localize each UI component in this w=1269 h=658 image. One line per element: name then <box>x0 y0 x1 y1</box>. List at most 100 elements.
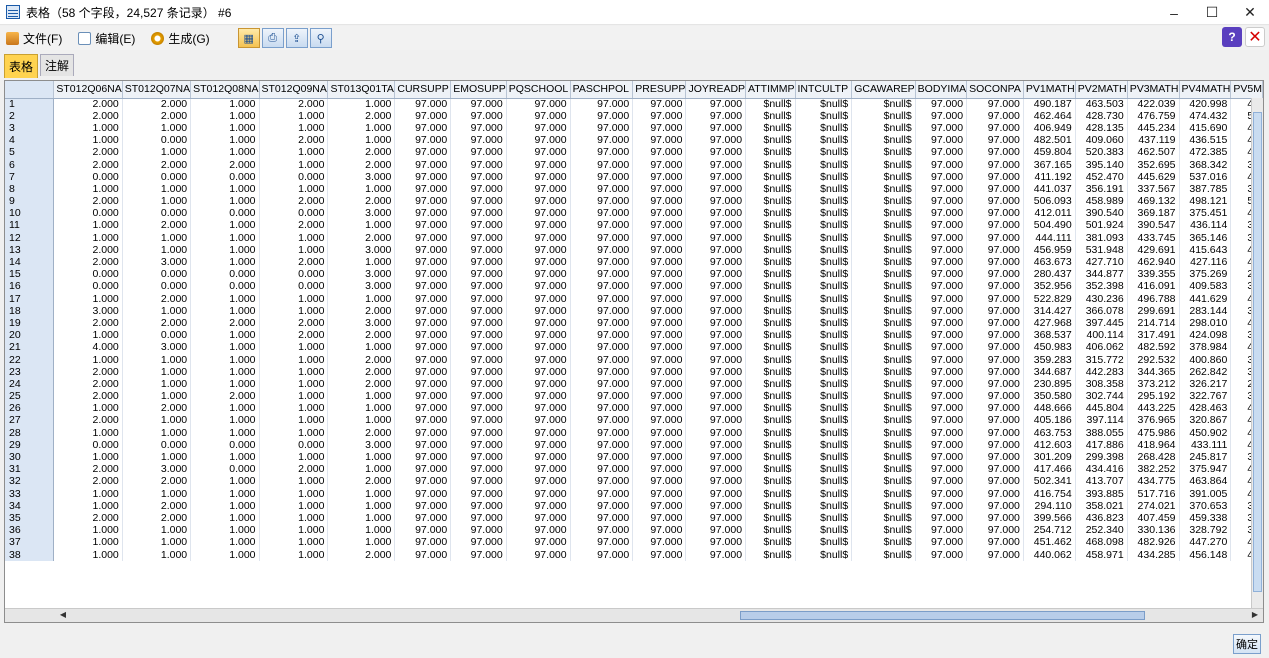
table-row[interactable]: 21 4.000 3.000 1.000 1.000 1.000 97.000 97.000 9… <box>5 341 1263 354</box>
table-row[interactable]: 35 2.000 2.000 1.000 1.000 1.000 97.000 97.000 9… <box>5 512 1263 525</box>
table-cell[interactable]: $null$ <box>745 475 796 488</box>
table-cell[interactable]: 97.000 <box>966 256 1024 269</box>
table-cell[interactable]: $null$ <box>851 122 916 135</box>
table-cell[interactable]: 97.000 <box>632 451 687 464</box>
table-row[interactable]: 13 2.000 1.000 1.000 1.000 3.000 97.000 97.000 9… <box>5 244 1263 257</box>
table-cell[interactable]: $null$ <box>795 475 853 488</box>
table-cell[interactable]: 97.000 <box>632 158 687 172</box>
table-cell[interactable]: 320.867 <box>1179 414 1232 428</box>
table-cell[interactable]: 1.000 <box>190 512 260 525</box>
table-cell[interactable]: 358.021 <box>1075 500 1128 513</box>
table-cell[interactable]: 1.000 <box>259 524 329 537</box>
table-cell[interactable]: 97.000 <box>394 293 452 306</box>
table-cell[interactable]: 97.000 <box>570 475 634 488</box>
table-cell[interactable]: $null$ <box>745 402 796 415</box>
table-cell[interactable]: $null$ <box>745 500 796 513</box>
table-cell[interactable]: 97.000 <box>570 219 634 233</box>
table-cell[interactable]: $null$ <box>851 475 916 488</box>
table-cell[interactable]: $null$ <box>795 402 853 415</box>
table-cell[interactable]: 2.000 <box>327 110 396 123</box>
table-cell[interactable]: 317.491 <box>1127 329 1180 342</box>
table-cell[interactable]: $null$ <box>745 98 796 111</box>
table-cell[interactable]: 424.098 <box>1179 329 1232 342</box>
table-cell[interactable]: 1.000 <box>53 524 123 537</box>
table-cell[interactable]: 1.000 <box>327 134 396 147</box>
table-cell[interactable]: $null$ <box>851 329 916 342</box>
table-cell[interactable]: 412.603 <box>1023 439 1076 452</box>
table-cell[interactable]: 2.000 <box>122 317 192 330</box>
table-cell[interactable]: 97.000 <box>632 548 687 562</box>
table-cell[interactable]: $null$ <box>851 488 916 501</box>
table-cell[interactable]: $null$ <box>795 353 853 367</box>
table-cell[interactable]: 97.000 <box>506 341 571 354</box>
table-cell[interactable]: 97.000 <box>394 512 452 525</box>
table-cell[interactable]: $null$ <box>795 305 853 318</box>
table-cell[interactable]: 2.000 <box>53 244 123 257</box>
table-cell[interactable]: 450.902 <box>1179 427 1232 440</box>
table-cell[interactable]: 459.338 <box>1179 512 1232 525</box>
table-cell[interactable]: $null$ <box>851 207 916 220</box>
table-cell[interactable]: 1.000 <box>190 451 260 464</box>
table-cell[interactable]: 97.000 <box>685 353 747 367</box>
table-cell[interactable]: 450.983 <box>1023 341 1076 354</box>
table-cell[interactable]: 472.385 <box>1179 146 1232 159</box>
table-cell[interactable]: $null$ <box>795 439 853 452</box>
table-cell[interactable]: 97.000 <box>394 414 452 428</box>
row-number[interactable]: 9 <box>5 195 55 208</box>
table-cell[interactable]: 295.192 <box>1127 390 1180 403</box>
table-cell[interactable]: 294.110 <box>1023 500 1076 513</box>
table-cell[interactable]: 1.000 <box>53 183 123 196</box>
table-cell[interactable]: 0.000 <box>259 280 329 293</box>
table-cell[interactable]: 97.000 <box>632 512 687 525</box>
row-number[interactable]: 20 <box>5 329 55 342</box>
table-cell[interactable]: 97.000 <box>685 500 747 513</box>
table-cell[interactable]: 97.000 <box>915 134 968 147</box>
table-cell[interactable]: 2.000 <box>327 378 396 391</box>
table-cell[interactable]: 97.000 <box>966 329 1024 342</box>
table-cell[interactable]: 1.000 <box>259 122 329 135</box>
table-cell[interactable]: $null$ <box>745 256 796 269</box>
table-cell[interactable]: 3.000 <box>327 207 396 220</box>
row-number[interactable]: 32 <box>5 475 55 488</box>
table-cell[interactable]: 97.000 <box>915 98 968 111</box>
table-cell[interactable]: $null$ <box>745 171 796 184</box>
table-cell[interactable]: 97.000 <box>966 463 1024 476</box>
table-cell[interactable]: $null$ <box>795 329 853 342</box>
table-cell[interactable]: 97.000 <box>685 488 747 501</box>
table-cell[interactable]: 97.000 <box>570 366 634 379</box>
row-number[interactable]: 22 <box>5 353 55 367</box>
table-cell[interactable]: 1.000 <box>259 341 329 354</box>
table-cell[interactable]: 428.730 <box>1075 110 1128 123</box>
table-cell[interactable]: 456.959 <box>1023 244 1076 257</box>
table-view-icon[interactable]: ▦ <box>237 28 260 48</box>
table-cell[interactable]: 1.000 <box>259 244 329 257</box>
table-cell[interactable]: 97.000 <box>685 402 747 415</box>
table-row[interactable]: 17 1.000 2.000 1.000 1.000 1.000 97.000 97.000 9… <box>5 293 1263 306</box>
table-cell[interactable]: 97.000 <box>506 183 571 196</box>
table-cell[interactable]: 3.000 <box>327 439 396 452</box>
table-cell[interactable]: $null$ <box>745 244 796 257</box>
table-cell[interactable]: 409.060 <box>1075 134 1128 147</box>
table-cell[interactable]: 337.567 <box>1127 183 1180 196</box>
table-cell[interactable]: 3.000 <box>327 171 396 184</box>
table-cell[interactable]: 97.000 <box>966 512 1024 525</box>
table-cell[interactable]: 0.000 <box>259 268 329 281</box>
table-cell[interactable]: 97.000 <box>506 244 571 257</box>
table-row[interactable]: 9 2.000 1.000 1.000 2.000 2.000 97.000 97.000 97… <box>5 195 1263 208</box>
row-number[interactable]: 12 <box>5 232 55 245</box>
table-cell[interactable]: 1.000 <box>122 305 192 318</box>
table-cell[interactable]: 97.000 <box>506 463 571 476</box>
row-number[interactable]: 30 <box>5 451 55 464</box>
table-cell[interactable]: 97.000 <box>685 171 747 184</box>
table-cell[interactable]: 413.707 <box>1075 475 1128 488</box>
table-cell[interactable]: 0.000 <box>190 207 260 220</box>
row-number[interactable]: 16 <box>5 280 55 293</box>
table-cell[interactable]: 482.592 <box>1127 341 1180 354</box>
table-cell[interactable]: 531.948 <box>1075 244 1128 257</box>
table-cell[interactable]: 445.804 <box>1075 402 1128 415</box>
table-cell[interactable]: 370.653 <box>1179 500 1232 513</box>
table-cell[interactable]: 517.716 <box>1127 488 1180 501</box>
table-row[interactable]: 18 3.000 1.000 1.000 1.000 2.000 97.000 97.000 9… <box>5 305 1263 318</box>
table-cell[interactable]: 448.666 <box>1023 402 1076 415</box>
scroll-right-icon[interactable]: ▶ <box>1249 610 1261 621</box>
